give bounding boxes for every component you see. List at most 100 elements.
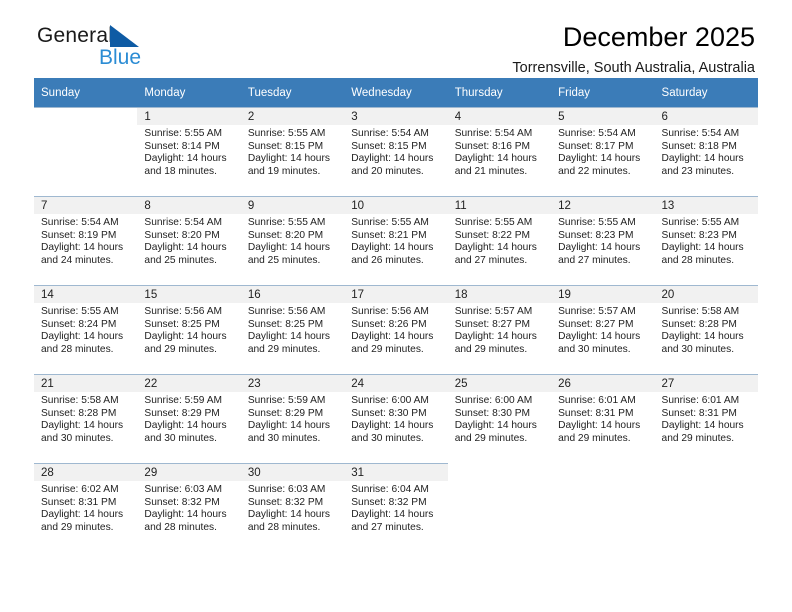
sunset-text: Sunset: 8:31 PM [661, 407, 737, 419]
calendar-cell: 15 Sunrise: 5:56 AM Sunset: 8:25 PM Dayligh… [137, 285, 241, 374]
day-cell-5[interactable]: 5 Sunrise: 5:54 AM Sunset: 8:17 PM Daylight… [551, 107, 655, 196]
day-number: 21 [34, 375, 138, 392]
sunrise-text: Sunrise: 5:56 AM [351, 306, 429, 317]
daylight-text: Daylight: 14 hours and 29 minutes. [661, 420, 744, 444]
day-cell-6[interactable]: 6 Sunrise: 5:54 AM Sunset: 8:18 PM Daylight… [654, 107, 758, 196]
calendar-cell: 18 Sunrise: 5:57 AM Sunset: 8:27 PM Dayligh… [447, 285, 552, 374]
day-cell-14[interactable]: 14 Sunrise: 5:55 AM Sunset: 8:24 PM Dayligh… [34, 285, 138, 374]
day-details: Sunrise: 5:54 AM Sunset: 8:20 PM Daylight:… [137, 214, 240, 267]
day-number: 5 [551, 108, 655, 125]
day-number: 16 [240, 286, 345, 303]
day-cell-25[interactable]: 25 Sunrise: 6:00 AM Sunset: 8:30 PM Dayligh… [447, 374, 552, 463]
day-cell-28[interactable]: 28 Sunrise: 6:02 AM Sunset: 8:31 PM Dayligh… [34, 463, 138, 552]
calendar-header-row: Sunday Monday Tuesday Wednesday Thursday Frid… [34, 78, 758, 107]
sunrise-text: Sunrise: 5:55 AM [558, 217, 636, 228]
day-cell-13[interactable]: 13 Sunrise: 5:55 AM Sunset: 8:23 PM Dayligh… [654, 196, 758, 285]
triangle-flag-icon [110, 25, 139, 47]
day-cell-29[interactable]: 29 Sunrise: 6:03 AM Sunset: 8:32 PM Dayligh… [137, 463, 241, 552]
daylight-text: Daylight: 14 hours and 25 minutes. [144, 242, 227, 266]
daylight-text: Daylight: 14 hours and 30 minutes. [661, 331, 744, 355]
sunset-text: Sunset: 8:30 PM [454, 407, 531, 419]
sunrise-text: Sunrise: 6:03 AM [144, 484, 223, 495]
calendar-cell: 10 Sunrise: 5:55 AM Sunset: 8:21 PM Dayligh… [344, 196, 448, 285]
day-details: Sunrise: 5:57 AM Sunset: 8:27 PM Daylight:… [551, 303, 654, 356]
daylight-text: Daylight: 14 hours and 30 minutes. [558, 331, 641, 355]
day-details: Sunrise: 5:54 AM Sunset: 8:15 PM Daylight:… [344, 125, 447, 178]
sunrise-text: Sunrise: 6:03 AM [247, 484, 326, 495]
day-number: 28 [34, 464, 138, 481]
day-cell-8[interactable]: 8 Sunrise: 5:54 AM Sunset: 8:20 PM Daylight… [137, 196, 241, 285]
daylight-text: Daylight: 14 hours and 27 minutes. [454, 242, 537, 266]
day-cell-24[interactable]: 24 Sunrise: 6:00 AM Sunset: 8:30 PM Dayligh… [344, 374, 448, 463]
sunrise-text: Sunrise: 5:55 AM [351, 217, 429, 228]
day-cell-11[interactable]: 11 Sunrise: 5:55 AM Sunset: 8:22 PM Dayligh… [447, 196, 552, 285]
day-number: 22 [137, 375, 241, 392]
daylight-text: Daylight: 14 hours and 29 minutes. [144, 331, 227, 355]
day-details: Sunrise: 6:03 AM Sunset: 8:32 PM Daylight:… [137, 481, 240, 534]
daylight-text: Daylight: 14 hours and 28 minutes. [41, 331, 124, 355]
sunrise-text: Sunrise: 5:58 AM [661, 306, 740, 317]
sunset-text: Sunset: 8:31 PM [558, 407, 634, 419]
calendar-cell: 16 Sunrise: 5:56 AM Sunset: 8:25 PM Dayligh… [240, 285, 345, 374]
page-subtitle: Torrensville, South Australia, Australia [512, 60, 755, 76]
general-blue-logo[interactable]: General Blue [37, 24, 227, 76]
calendar-week-row: 1 Sunrise: 5:55 AM Sunset: 8:14 PM Daylight… [34, 107, 758, 196]
day-number: 31 [344, 464, 448, 481]
day-cell-16[interactable]: 16 Sunrise: 5:56 AM Sunset: 8:25 PM Dayligh… [240, 285, 345, 374]
calendar-cell: 26 Sunrise: 6:01 AM Sunset: 8:31 PM Dayligh… [551, 374, 655, 463]
sunset-text: Sunset: 8:21 PM [351, 229, 427, 241]
calendar-cell: 23 Sunrise: 5:59 AM Sunset: 8:29 PM Dayligh… [240, 374, 345, 463]
sunrise-text: Sunrise: 5:56 AM [247, 306, 326, 317]
day-cell-9[interactable]: 9 Sunrise: 5:55 AM Sunset: 8:20 PM Daylight… [240, 196, 345, 285]
sunset-text: Sunset: 8:18 PM [661, 140, 737, 152]
calendar-week-row: 14 Sunrise: 5:55 AM Sunset: 8:24 PM Dayligh… [34, 285, 758, 374]
day-cell-27[interactable]: 27 Sunrise: 6:01 AM Sunset: 8:31 PM Dayligh… [654, 374, 758, 463]
day-details: Sunrise: 5:54 AM Sunset: 8:16 PM Daylight:… [448, 125, 551, 178]
calendar-cell: 8 Sunrise: 5:54 AM Sunset: 8:20 PM Daylight… [137, 196, 241, 285]
day-cell-22[interactable]: 22 Sunrise: 5:59 AM Sunset: 8:29 PM Dayligh… [137, 374, 241, 463]
sunrise-text: Sunrise: 5:59 AM [144, 395, 223, 406]
calendar-cell [447, 463, 552, 552]
day-cell-3[interactable]: 3 Sunrise: 5:54 AM Sunset: 8:15 PM Daylight… [344, 107, 448, 196]
day-cell-empty [551, 463, 654, 552]
day-cell-4[interactable]: 4 Sunrise: 5:54 AM Sunset: 8:16 PM Daylight… [447, 107, 552, 196]
day-number: 20 [654, 286, 758, 303]
day-cell-2[interactable]: 2 Sunrise: 5:55 AM Sunset: 8:15 PM Daylight… [240, 107, 345, 196]
weekday-header-monday: Monday [137, 78, 241, 107]
day-cell-31[interactable]: 31 Sunrise: 6:04 AM Sunset: 8:32 PM Dayligh… [344, 463, 448, 552]
calendar-week-row: 7 Sunrise: 5:54 AM Sunset: 8:19 PM Daylight… [34, 196, 758, 285]
day-details: Sunrise: 5:54 AM Sunset: 8:19 PM Daylight:… [34, 214, 137, 267]
day-cell-15[interactable]: 15 Sunrise: 5:56 AM Sunset: 8:25 PM Dayligh… [137, 285, 241, 374]
calendar-cell: 17 Sunrise: 5:56 AM Sunset: 8:26 PM Dayligh… [344, 285, 448, 374]
day-cell-1[interactable]: 1 Sunrise: 5:55 AM Sunset: 8:14 PM Daylight… [137, 107, 241, 196]
sunrise-text: Sunrise: 5:55 AM [247, 128, 326, 139]
calendar-cell: 30 Sunrise: 6:03 AM Sunset: 8:32 PM Dayligh… [240, 463, 345, 552]
sunset-text: Sunset: 8:27 PM [454, 318, 531, 330]
calendar-cell: 22 Sunrise: 5:59 AM Sunset: 8:29 PM Dayligh… [137, 374, 241, 463]
day-cell-empty [655, 463, 758, 552]
sunrise-text: Sunrise: 5:56 AM [144, 306, 223, 317]
daylight-text: Daylight: 14 hours and 28 minutes. [661, 242, 744, 266]
day-cell-21[interactable]: 21 Sunrise: 5:58 AM Sunset: 8:28 PM Dayligh… [34, 374, 138, 463]
daylight-text: Daylight: 14 hours and 28 minutes. [144, 509, 227, 533]
day-cell-19[interactable]: 19 Sunrise: 5:57 AM Sunset: 8:27 PM Dayligh… [551, 285, 655, 374]
day-cell-12[interactable]: 12 Sunrise: 5:55 AM Sunset: 8:23 PM Dayligh… [551, 196, 655, 285]
calendar-cell: 28 Sunrise: 6:02 AM Sunset: 8:31 PM Dayligh… [34, 463, 138, 552]
weekday-header-thursday: Thursday [447, 78, 552, 107]
day-cell-7[interactable]: 7 Sunrise: 5:54 AM Sunset: 8:19 PM Daylight… [34, 196, 138, 285]
sunset-text: Sunset: 8:24 PM [41, 318, 117, 330]
daylight-text: Daylight: 14 hours and 28 minutes. [247, 509, 330, 533]
day-details: Sunrise: 6:00 AM Sunset: 8:30 PM Daylight:… [448, 392, 551, 445]
sunset-text: Sunset: 8:28 PM [661, 318, 737, 330]
day-cell-30[interactable]: 30 Sunrise: 6:03 AM Sunset: 8:32 PM Dayligh… [240, 463, 345, 552]
day-cell-20[interactable]: 20 Sunrise: 5:58 AM Sunset: 8:28 PM Dayligh… [654, 285, 758, 374]
day-cell-18[interactable]: 18 Sunrise: 5:57 AM Sunset: 8:27 PM Dayligh… [447, 285, 552, 374]
day-details: Sunrise: 5:55 AM Sunset: 8:24 PM Daylight:… [34, 303, 137, 356]
sunset-text: Sunset: 8:31 PM [41, 496, 117, 508]
day-cell-26[interactable]: 26 Sunrise: 6:01 AM Sunset: 8:31 PM Dayligh… [551, 374, 655, 463]
day-number: 27 [654, 375, 758, 392]
day-cell-23[interactable]: 23 Sunrise: 5:59 AM Sunset: 8:29 PM Dayligh… [240, 374, 345, 463]
day-cell-17[interactable]: 17 Sunrise: 5:56 AM Sunset: 8:26 PM Dayligh… [344, 285, 448, 374]
day-cell-10[interactable]: 10 Sunrise: 5:55 AM Sunset: 8:21 PM Dayligh… [344, 196, 448, 285]
day-details: Sunrise: 6:01 AM Sunset: 8:31 PM Daylight:… [655, 392, 758, 445]
